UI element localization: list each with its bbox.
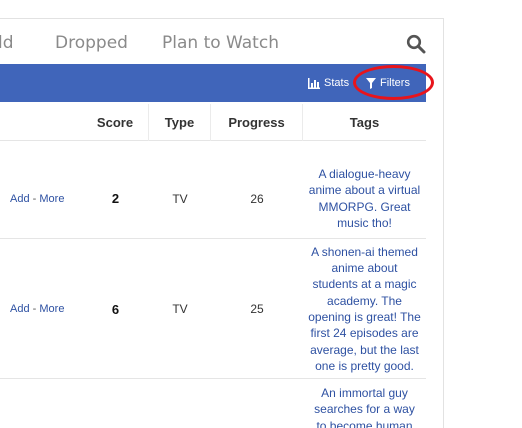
- column-score[interactable]: Score: [82, 104, 149, 141]
- tags-line: opening is great! The: [308, 310, 421, 324]
- link-separator: -: [32, 303, 37, 315]
- tags-cell[interactable]: A shonen-ai themed anime about students …: [303, 240, 426, 378]
- type-value: TV: [172, 191, 188, 206]
- row-actions: Add - More: [10, 240, 80, 378]
- column-progress[interactable]: Progress: [211, 104, 303, 141]
- score-value[interactable]: 2: [82, 159, 149, 238]
- progress-value[interactable]: 25: [211, 240, 303, 378]
- column-type[interactable]: Type: [149, 104, 211, 141]
- tab-dropped[interactable]: Dropped: [55, 33, 128, 53]
- progress-value[interactable]: 26: [211, 159, 303, 238]
- tags-line: A dialogue-heavy: [318, 166, 411, 181]
- filters-label: Filters: [380, 77, 410, 89]
- tags-line: first 24 episodes are: [310, 326, 419, 341]
- stats-label: Stats: [324, 77, 350, 89]
- add-link[interactable]: Add: [10, 193, 30, 205]
- tab-completed[interactable]: ld: [0, 33, 14, 53]
- tags-cell[interactable]: A dialogue-heavy anime about a virtual M…: [303, 159, 426, 238]
- table-row: Add - More 2 TV 26 A dialogue-heavy anim…: [0, 159, 426, 239]
- filters-button[interactable]: Filters: [366, 75, 410, 91]
- tags-line: academy. The: [327, 293, 402, 308]
- tags-line: An immortal guy: [321, 386, 408, 400]
- tags-cell[interactable]: An immortal guy searches for a way to be…: [303, 385, 426, 428]
- row-actions: Add - More: [10, 159, 80, 238]
- search-icon[interactable]: [406, 34, 426, 54]
- tags-line: to become human: [316, 418, 413, 428]
- tags-line: students at a magic: [312, 277, 417, 292]
- link-separator: -: [32, 192, 37, 205]
- tags-line: A shonen-ai themed: [311, 244, 418, 259]
- tags-line: searches for a way: [314, 402, 415, 417]
- table-row: Add - More 6 TV 25 A shonen-ai themed an…: [0, 240, 426, 379]
- more-link[interactable]: More: [39, 193, 64, 205]
- funnel-icon: [366, 77, 376, 89]
- stats-button[interactable]: Stats: [308, 75, 358, 91]
- table-row: An immortal guy searches for a way to be…: [0, 380, 426, 428]
- add-link[interactable]: Add: [10, 303, 30, 315]
- tags-line: anime about: [331, 261, 398, 276]
- tags-line: MMORPG. Great: [318, 199, 411, 214]
- list-toolbar: Stats Filters: [0, 64, 426, 102]
- table-header: Score Type Progress Tags: [0, 104, 426, 141]
- more-link[interactable]: More: [39, 303, 64, 315]
- score-value[interactable]: 6: [82, 240, 149, 378]
- tags-line: music tho!: [337, 215, 392, 230]
- tags-line: anime about a virtual: [308, 183, 421, 198]
- type-value: TV: [172, 302, 188, 316]
- tab-plan-to-watch[interactable]: Plan to Watch: [162, 33, 279, 53]
- tags-line: one is pretty good.: [315, 358, 414, 373]
- column-tags[interactable]: Tags: [303, 104, 426, 141]
- bar-chart-icon: [308, 77, 320, 89]
- tags-line: average, but the last: [310, 342, 419, 357]
